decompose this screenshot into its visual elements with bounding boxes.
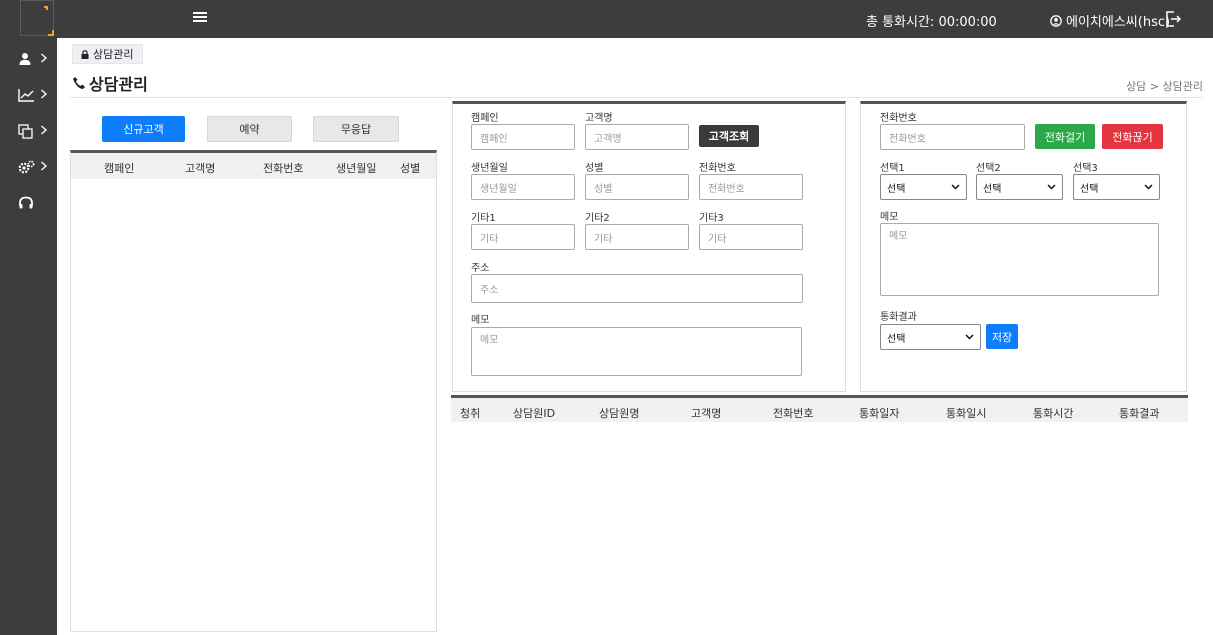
chevron-down-icon bbox=[1047, 184, 1056, 190]
user-icon bbox=[19, 53, 31, 65]
select3-dropdown[interactable]: 선택 bbox=[1073, 174, 1160, 200]
chevron-right-icon bbox=[41, 89, 48, 99]
chevron-right-icon bbox=[41, 161, 48, 171]
dial-button[interactable]: 전화걸기 bbox=[1035, 124, 1095, 149]
etc2-input[interactable]: 기타 bbox=[585, 224, 689, 250]
call-phone-label: 전화번호 bbox=[880, 113, 917, 124]
etc2-label: 기타2 bbox=[585, 213, 610, 224]
sidebar-item-documents[interactable] bbox=[0, 117, 57, 147]
birth-input[interactable]: 생년월일 bbox=[471, 174, 575, 200]
campaign-input[interactable]: 캠페인 bbox=[471, 124, 575, 150]
result-value: 선택 bbox=[887, 333, 906, 345]
col-phone: 전화번호 bbox=[263, 162, 304, 175]
call-history-header: 청취 상담원ID 상담원명 고객명 전화번호 통화일자 통화일시 통화시간 통화… bbox=[451, 395, 1188, 422]
etc1-input[interactable]: 기타 bbox=[471, 224, 575, 250]
page-tab[interactable]: 상담관리 bbox=[72, 44, 144, 64]
call-memo-textarea[interactable]: 메모 bbox=[880, 223, 1159, 296]
customer-list-panel: 캠페인 고객명 전화번호 생년월일 성별 bbox=[70, 150, 437, 632]
name-label: 고객명 bbox=[585, 113, 613, 124]
chevron-right-icon bbox=[41, 53, 48, 63]
save-button[interactable]: 저장 bbox=[986, 324, 1018, 349]
chart-icon bbox=[18, 89, 34, 102]
total-call-time: 총 통화시간: 00:00:00 bbox=[866, 15, 997, 30]
etc3-input[interactable]: 기타 bbox=[699, 224, 803, 250]
page-title: 상담관리 bbox=[72, 71, 148, 95]
select1-dropdown[interactable]: 선택 bbox=[880, 174, 967, 200]
phone-label: 전화번호 bbox=[699, 163, 736, 174]
sidebar-item-stats[interactable] bbox=[0, 81, 57, 111]
result-dropdown[interactable]: 선택 bbox=[880, 324, 981, 350]
chevron-right-icon bbox=[41, 125, 48, 135]
address-input[interactable]: 주소 bbox=[471, 274, 803, 303]
sidebar-item-counsel[interactable] bbox=[0, 189, 57, 219]
col-phone-number: 전화번호 bbox=[773, 407, 814, 420]
col-customer-name: 고객명 bbox=[691, 407, 722, 420]
col-call-duration: 통화시간 bbox=[1033, 407, 1074, 420]
top-bar: 총 통화시간: 00:00:00 에이치에스씨(hsc) bbox=[0, 0, 1213, 38]
col-name: 고객명 bbox=[185, 162, 216, 175]
tab-no-answer[interactable]: 무응답 bbox=[313, 116, 399, 142]
user-info[interactable]: 에이치에스씨(hsc) bbox=[1050, 11, 1170, 30]
sidebar-item-customer[interactable] bbox=[0, 45, 57, 75]
chevron-down-icon bbox=[965, 334, 974, 340]
customer-search-button[interactable]: 고객조회 bbox=[699, 125, 759, 147]
etc3-label: 기타3 bbox=[699, 213, 724, 224]
memo-label: 메모 bbox=[471, 315, 490, 326]
select2-dropdown[interactable]: 선택 bbox=[976, 174, 1063, 200]
customer-table-header: 캠페인 고객명 전화번호 생년월일 성별 bbox=[71, 153, 436, 179]
logo bbox=[20, 0, 54, 36]
copy-icon bbox=[18, 124, 33, 139]
col-listen: 청취 bbox=[460, 407, 481, 420]
col-campaign: 캠페인 bbox=[104, 162, 135, 175]
etc1-label: 기타1 bbox=[471, 213, 496, 224]
call-phone-input[interactable]: 전화번호 bbox=[880, 124, 1025, 150]
result-label: 통화결과 bbox=[880, 312, 917, 323]
memo-textarea[interactable]: 메모 bbox=[471, 327, 802, 376]
sidebar bbox=[0, 38, 57, 635]
col-birth: 생년월일 bbox=[336, 162, 377, 175]
select2-value: 선택 bbox=[983, 183, 1002, 195]
chevron-down-icon bbox=[951, 184, 960, 190]
lock-icon bbox=[81, 49, 89, 59]
phone-icon bbox=[73, 77, 85, 89]
col-call-datetime: 통화일시 bbox=[946, 407, 987, 420]
select3-value: 선택 bbox=[1080, 183, 1099, 195]
breadcrumb: 상담 > 상담관리 bbox=[1126, 80, 1203, 93]
select1-label: 선택1 bbox=[880, 163, 905, 174]
col-agent-name: 상담원명 bbox=[599, 407, 640, 420]
call-memo-label: 메모 bbox=[880, 212, 899, 223]
phone-input[interactable]: 전화번호 bbox=[699, 174, 803, 200]
divider bbox=[70, 97, 1203, 98]
select2-label: 선택2 bbox=[976, 163, 1001, 174]
tab-reservation[interactable]: 예약 bbox=[207, 116, 292, 142]
gender-label: 성별 bbox=[585, 163, 604, 174]
col-gender: 성별 bbox=[400, 162, 421, 175]
logout-icon[interactable] bbox=[1164, 10, 1182, 28]
campaign-label: 캠페인 bbox=[471, 113, 499, 124]
birth-label: 생년월일 bbox=[471, 163, 508, 174]
user-name: 에이치에스씨(hsc) bbox=[1066, 15, 1171, 30]
user-circle-icon bbox=[1050, 14, 1062, 27]
page-tab-label: 상담관리 bbox=[93, 48, 134, 61]
col-call-result: 통화결과 bbox=[1119, 407, 1160, 420]
tab-new-customer[interactable]: 신규고객 bbox=[102, 116, 185, 142]
name-input[interactable]: 고객명 bbox=[585, 124, 689, 150]
chevron-down-icon bbox=[1144, 184, 1153, 190]
col-agent-id: 상담원ID bbox=[513, 407, 556, 420]
gears-icon bbox=[18, 160, 35, 174]
gender-input[interactable]: 성별 bbox=[585, 174, 689, 200]
menu-toggle-icon[interactable] bbox=[193, 12, 207, 26]
select3-label: 선택3 bbox=[1073, 163, 1098, 174]
headset-icon bbox=[19, 196, 33, 209]
select1-value: 선택 bbox=[887, 183, 906, 195]
col-call-date: 통화일자 bbox=[859, 407, 900, 420]
sidebar-item-settings[interactable] bbox=[0, 153, 57, 183]
address-label: 주소 bbox=[471, 263, 490, 274]
page-title-text: 상담관리 bbox=[89, 75, 148, 94]
hangup-button[interactable]: 전화끊기 bbox=[1102, 124, 1163, 149]
